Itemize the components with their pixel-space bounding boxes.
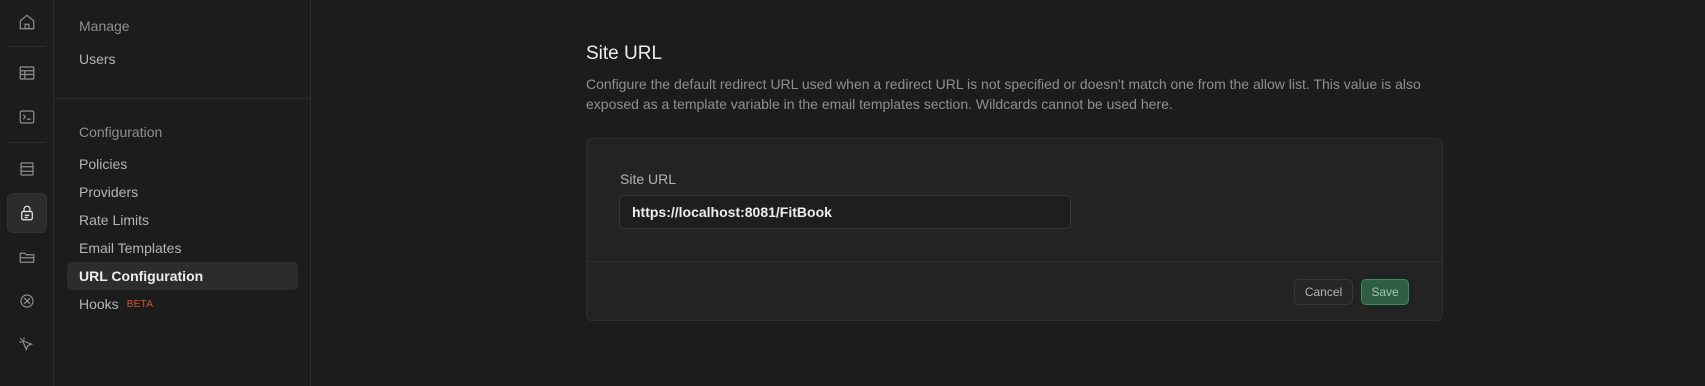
sidebar-item-users[interactable]: Users (67, 45, 298, 73)
sidebar-item-policies[interactable]: Policies (67, 150, 298, 178)
site-url-input[interactable] (619, 195, 1071, 229)
sidebar-item-hooks[interactable]: Hooks BETA (67, 290, 298, 318)
icon-rail (0, 0, 54, 386)
sidebar-item-rate-limits[interactable]: Rate Limits (67, 206, 298, 234)
sidebar-item-email-templates[interactable]: Email Templates (67, 234, 298, 262)
terminal-icon[interactable] (7, 97, 47, 137)
auth-sidebar: Manage Users Configuration Policies Prov… (54, 0, 311, 386)
app-window: Manage Users Configuration Policies Prov… (0, 0, 1705, 386)
sidebar-item-label: Users (79, 51, 116, 67)
cancel-button[interactable]: Cancel (1294, 279, 1353, 305)
sidebar-item-label: Hooks (79, 296, 119, 312)
save-button[interactable]: Save (1361, 279, 1409, 305)
card-divider (587, 261, 1442, 262)
page-title: Site URL (586, 43, 663, 64)
sidebar-item-label: URL Configuration (79, 268, 204, 284)
realtime-icon[interactable] (7, 281, 47, 321)
home-icon[interactable] (7, 2, 47, 42)
table-icon[interactable] (7, 53, 47, 93)
sidebar-item-label: Email Templates (79, 240, 182, 256)
auth-icon[interactable] (7, 193, 47, 233)
site-url-label: Site URL (620, 171, 677, 187)
configuration-section-title: Configuration (79, 124, 163, 140)
edge-functions-icon[interactable] (7, 325, 47, 365)
site-url-card: Site URL Cancel Save (586, 138, 1443, 321)
manage-section-title: Manage (79, 18, 130, 34)
sidebar-item-label: Policies (79, 156, 128, 172)
sidebar-item-url-configuration[interactable]: URL Configuration (67, 262, 298, 290)
sidebar-item-providers[interactable]: Providers (67, 178, 298, 206)
sidebar-item-label: Rate Limits (79, 212, 150, 228)
main-content: Site URL Configure the default redirect … (311, 0, 1705, 386)
beta-badge: BETA (126, 298, 154, 310)
storage-icon[interactable] (7, 237, 47, 277)
database-icon[interactable] (7, 149, 47, 189)
sidebar-item-label: Providers (79, 184, 139, 200)
page-description: Configure the default redirect URL used … (586, 76, 1421, 112)
